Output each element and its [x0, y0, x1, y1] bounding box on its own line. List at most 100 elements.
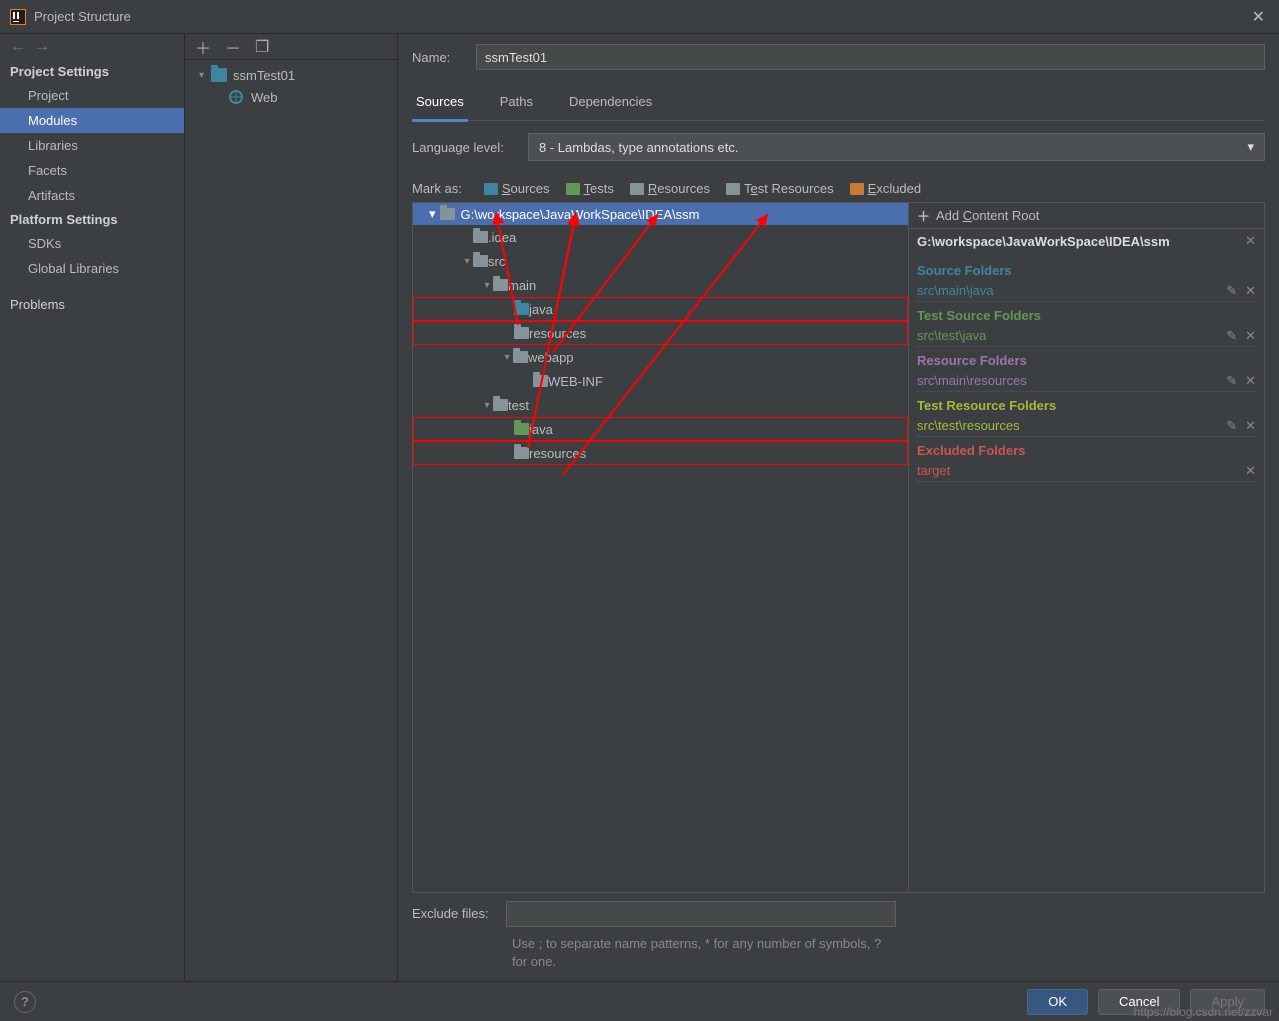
back-icon[interactable]: ← — [10, 38, 26, 56]
copy-module-icon[interactable]: ❐ — [255, 37, 269, 57]
folder-icon — [440, 208, 455, 220]
sidebar-heading-project-settings: Project Settings — [0, 60, 184, 83]
tree-node-main-java[interactable]: java — [413, 297, 908, 321]
content-root-pane: ＋Add Content Root G:\workspace\JavaWorkS… — [909, 202, 1265, 893]
content-root-path: G:\workspace\JavaWorkSpace\IDEA\ssm — [917, 234, 1170, 249]
remove-icon[interactable]: ✕ — [1245, 373, 1256, 389]
source-folder-item[interactable]: src\main\java✎✕ — [917, 280, 1256, 302]
mark-resources-button[interactable]: Resources — [626, 179, 714, 198]
source-folders-title: Source Folders — [917, 263, 1256, 278]
web-facet-icon — [229, 90, 245, 104]
language-level-select[interactable]: 8 - Lambdas, type annotations etc. ▾ — [528, 133, 1265, 161]
module-name-input[interactable] — [476, 44, 1265, 70]
chevron-down-icon: ▾ — [1247, 139, 1254, 155]
tree-node-test[interactable]: test — [413, 393, 908, 417]
folder-icon — [473, 255, 488, 267]
mark-as-label: Mark as: — [412, 181, 462, 196]
remove-content-root-icon[interactable]: ✕ — [1245, 233, 1256, 249]
test-resource-folder-item[interactable]: src\test\resources✎✕ — [917, 415, 1256, 437]
tree-node-webinf[interactable]: WEB-INF — [413, 369, 908, 393]
sidebar-item-global-libraries[interactable]: Global Libraries — [0, 256, 184, 281]
folder-icon — [493, 399, 508, 411]
sidebar-item-project[interactable]: Project — [0, 83, 184, 108]
ok-button[interactable]: OK — [1027, 989, 1088, 1015]
window-title: Project Structure — [34, 9, 1248, 24]
sidebar-item-sdks[interactable]: SDKs — [0, 231, 184, 256]
module-node-root[interactable]: ssmTest01 — [189, 64, 393, 86]
tree-node-test-java[interactable]: java — [413, 417, 908, 441]
close-icon[interactable]: ✕ — [1248, 3, 1269, 31]
mark-tests-button[interactable]: Tests — [562, 179, 618, 198]
test-folder-icon — [514, 423, 529, 435]
tree-node-main[interactable]: main — [413, 273, 908, 297]
edit-icon[interactable]: ✎ — [1226, 418, 1237, 434]
exclude-files-hint: Use ; to separate name patterns, * for a… — [412, 935, 892, 981]
source-folder-icon — [514, 303, 529, 315]
intellij-icon — [10, 9, 26, 25]
add-content-root-button[interactable]: ＋Add Content Root — [909, 203, 1264, 229]
tab-sources[interactable]: Sources — [412, 88, 468, 122]
excluded-folder-item[interactable]: target✕ — [917, 460, 1256, 482]
caret-down-icon[interactable] — [501, 352, 513, 363]
folder-icon — [533, 375, 548, 387]
resource-folder-item[interactable]: src\main\resources✎✕ — [917, 370, 1256, 392]
remove-icon[interactable]: ✕ — [1245, 283, 1256, 299]
resource-folders-title: Resource Folders — [917, 353, 1256, 368]
sidebar-item-libraries[interactable]: Libraries — [0, 133, 184, 158]
dialog-footer: ? OK Cancel Apply — [0, 981, 1279, 1021]
caret-down-icon[interactable] — [429, 206, 436, 222]
test-source-folders-title: Test Source Folders — [917, 308, 1256, 323]
sidebar-item-problems[interactable]: Problems — [0, 293, 184, 316]
tab-paths[interactable]: Paths — [496, 88, 537, 120]
remove-icon[interactable]: ✕ — [1245, 328, 1256, 344]
help-icon[interactable]: ? — [14, 991, 36, 1013]
folder-icon — [473, 231, 488, 243]
tree-node-main-resources[interactable]: resources — [413, 321, 908, 345]
tab-dependencies[interactable]: Dependencies — [565, 88, 656, 120]
tree-node-test-resources[interactable]: resources — [413, 441, 908, 465]
mark-excluded-button[interactable]: Excluded — [846, 179, 925, 198]
tree-root-path: G:\workspace\JavaWorkSpace\IDEA\ssm — [461, 207, 700, 222]
sidebar-item-facets[interactable]: Facets — [0, 158, 184, 183]
facet-name: Web — [251, 90, 278, 105]
test-source-folder-item[interactable]: src\test\java✎✕ — [917, 325, 1256, 347]
caret-down-icon[interactable] — [461, 256, 473, 267]
folder-icon — [630, 183, 644, 195]
edit-icon[interactable]: ✎ — [1226, 283, 1237, 299]
plus-icon: ＋ — [917, 206, 930, 225]
name-label: Name: — [412, 50, 476, 65]
mark-sources-button[interactable]: Sources — [480, 179, 554, 198]
forward-icon[interactable]: → — [34, 38, 50, 56]
directory-tree: G:\workspace\JavaWorkSpace\IDEA\ssm .ide… — [412, 202, 909, 893]
module-icon — [211, 68, 227, 82]
caret-down-icon[interactable] — [199, 70, 211, 81]
modules-panel: ＋ － ❐ ssmTest01 Web — [184, 34, 398, 981]
folder-icon — [850, 183, 864, 195]
remove-module-icon[interactable]: － — [225, 35, 241, 59]
edit-icon[interactable]: ✎ — [1226, 373, 1237, 389]
modules-toolbar: ＋ － ❐ — [185, 34, 397, 60]
sidebar-item-artifacts[interactable]: Artifacts — [0, 183, 184, 208]
mark-test-resources-button[interactable]: Test Resources — [722, 179, 838, 198]
folder-icon — [513, 351, 528, 363]
folder-icon — [566, 183, 580, 195]
remove-icon[interactable]: ✕ — [1245, 463, 1256, 479]
caret-down-icon[interactable] — [481, 280, 493, 291]
tree-node-src[interactable]: src — [413, 249, 908, 273]
remove-icon[interactable]: ✕ — [1245, 418, 1256, 434]
edit-icon[interactable]: ✎ — [1226, 328, 1237, 344]
caret-down-icon[interactable] — [481, 400, 493, 411]
add-module-icon[interactable]: ＋ — [195, 35, 211, 59]
resource-folder-icon — [514, 327, 529, 339]
watermark-text: https://blog.csdn.net/zzvar — [1134, 1005, 1273, 1019]
tree-root[interactable]: G:\workspace\JavaWorkSpace\IDEA\ssm — [413, 203, 908, 225]
folder-icon — [726, 183, 740, 195]
sidebar-heading-platform-settings: Platform Settings — [0, 208, 184, 231]
tree-node-idea[interactable]: .idea — [413, 225, 908, 249]
language-level-label: Language level: — [412, 140, 528, 155]
tree-node-webapp[interactable]: webapp — [413, 345, 908, 369]
sidebar-item-modules[interactable]: Modules — [0, 108, 184, 133]
module-node-web[interactable]: Web — [189, 86, 393, 108]
test-resource-folder-icon — [514, 447, 529, 459]
exclude-files-input[interactable] — [506, 901, 896, 927]
